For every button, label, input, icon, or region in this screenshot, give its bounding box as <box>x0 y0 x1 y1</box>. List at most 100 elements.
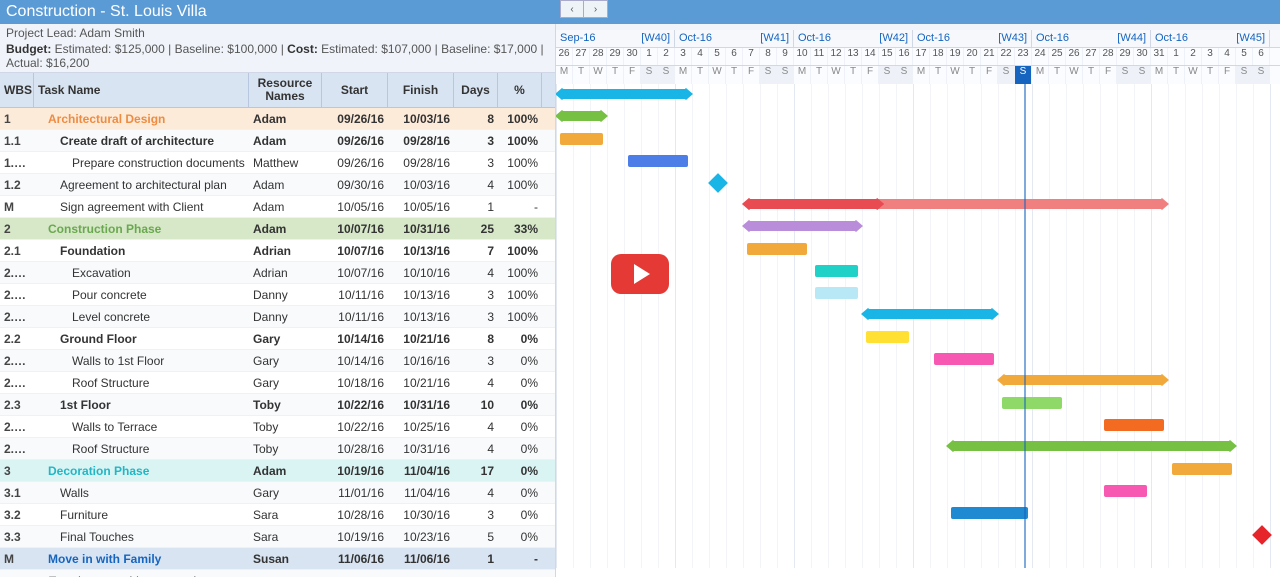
cell-resource[interactable]: Adam <box>249 200 322 214</box>
cell-resource[interactable]: Gary <box>249 332 322 346</box>
cell-start[interactable]: 09/26/16 <box>322 134 388 148</box>
gantt-task-bar[interactable] <box>747 243 807 255</box>
cell-days[interactable]: 4 <box>454 266 498 280</box>
timeline-week-header[interactable]: Sep-16[W40] <box>556 30 675 47</box>
cell-resource[interactable]: Sara <box>249 508 322 522</box>
col-days[interactable]: Days <box>454 73 498 107</box>
cell-resource[interactable]: Sara <box>249 530 322 544</box>
cell-resource[interactable]: Adam <box>249 178 322 192</box>
cell-task-name[interactable]: Agreement to architectural plan <box>34 178 249 192</box>
cell-pct[interactable]: 0% <box>498 332 542 346</box>
gantt-task-bar[interactable] <box>951 507 1028 519</box>
cell-resource[interactable]: Adrian <box>249 266 322 280</box>
timeline-week-header[interactable]: Oct-16[W43] <box>913 30 1032 47</box>
cell-start[interactable]: 10/07/16 <box>322 244 388 258</box>
cell-task-name[interactable]: Walls to 1st Floor <box>34 354 249 368</box>
cell-task-name[interactable]: Walls to Terrace <box>34 420 249 434</box>
cell-finish[interactable]: 10/13/16 <box>388 288 454 302</box>
nav-next-button[interactable]: › <box>584 0 608 18</box>
task-row[interactable]: 2.2Ground FloorGary10/14/1610/21/1680% <box>0 328 555 350</box>
col-wbs[interactable]: WBS <box>0 73 34 107</box>
task-row[interactable]: 2.2.2Roof StructureGary10/18/1610/21/164… <box>0 372 555 394</box>
cell-finish[interactable]: 10/23/16 <box>388 530 454 544</box>
cell-pct[interactable]: 100% <box>498 156 542 170</box>
cell-pct[interactable]: 100% <box>498 134 542 148</box>
task-row[interactable]: 3Decoration PhaseAdam10/19/1611/04/16170… <box>0 460 555 482</box>
new-task-row[interactable]: Type here to add a new task <box>0 570 555 577</box>
cell-start[interactable]: 09/26/16 <box>322 112 388 126</box>
cell-pct[interactable]: 0% <box>498 354 542 368</box>
cell-pct[interactable]: 100% <box>498 310 542 324</box>
cell-task-name[interactable]: 1st Floor <box>34 398 249 412</box>
cell-start[interactable]: 10/28/16 <box>322 442 388 456</box>
nav-prev-button[interactable]: ‹ <box>560 0 584 18</box>
gantt-summary-bar[interactable] <box>560 89 688 99</box>
cell-finish[interactable]: 10/31/16 <box>388 398 454 412</box>
cell-resource[interactable]: Adam <box>249 464 322 478</box>
task-row[interactable]: 2.3.2Roof StructureToby10/28/1610/31/164… <box>0 438 555 460</box>
gantt-milestone[interactable] <box>1252 525 1272 545</box>
cell-start[interactable]: 10/22/16 <box>322 420 388 434</box>
gantt-task-bar[interactable] <box>866 331 909 343</box>
cell-start[interactable]: 09/30/16 <box>322 178 388 192</box>
task-row[interactable]: 1Architectural DesignAdam09/26/1610/03/1… <box>0 108 555 130</box>
col-pct[interactable]: % <box>498 73 542 107</box>
cell-days[interactable]: 5 <box>454 530 498 544</box>
task-row[interactable]: 2.1.3Level concreteDanny10/11/1610/13/16… <box>0 306 555 328</box>
col-resource[interactable]: Resource Names <box>249 73 322 107</box>
col-task[interactable]: Task Name <box>34 73 249 107</box>
cell-finish[interactable]: 11/04/16 <box>388 486 454 500</box>
timeline-week-header[interactable]: Oct-16[W41] <box>675 30 794 47</box>
cell-resource[interactable]: Danny <box>249 310 322 324</box>
gantt-milestone[interactable] <box>708 173 728 193</box>
cell-pct[interactable]: 0% <box>498 530 542 544</box>
gantt-task-bar[interactable] <box>1002 397 1062 409</box>
cell-days[interactable]: 3 <box>454 156 498 170</box>
gantt-task-bar[interactable] <box>628 155 688 167</box>
cell-finish[interactable]: 10/16/16 <box>388 354 454 368</box>
cell-finish[interactable]: 10/31/16 <box>388 442 454 456</box>
cell-start[interactable]: 10/19/16 <box>322 464 388 478</box>
cell-days[interactable]: 25 <box>454 222 498 236</box>
cell-finish[interactable]: 10/31/16 <box>388 222 454 236</box>
cell-task-name[interactable]: Roof Structure <box>34 442 249 456</box>
cell-task-name[interactable]: Foundation <box>34 244 249 258</box>
cell-pct[interactable]: 0% <box>498 442 542 456</box>
task-row[interactable]: 1.1Create draft of architectureAdam09/26… <box>0 130 555 152</box>
cell-task-name[interactable]: Pour concrete <box>34 288 249 302</box>
cell-start[interactable]: 11/06/16 <box>322 552 388 566</box>
cell-finish[interactable]: 09/28/16 <box>388 134 454 148</box>
task-row[interactable]: 2.31st FloorToby10/22/1610/31/16100% <box>0 394 555 416</box>
cell-finish[interactable]: 10/05/16 <box>388 200 454 214</box>
cell-finish[interactable]: 10/21/16 <box>388 376 454 390</box>
task-row[interactable]: 2.1.1ExcavationAdrian10/07/1610/10/16410… <box>0 262 555 284</box>
timeline-week-header[interactable]: Oct-16[W44] <box>1032 30 1151 47</box>
gantt-task-bar[interactable] <box>1172 463 1232 475</box>
cell-task-name[interactable]: Move in with Family <box>34 552 249 566</box>
cell-finish[interactable]: 10/03/16 <box>388 178 454 192</box>
cell-pct[interactable]: 0% <box>498 486 542 500</box>
task-row[interactable]: 3.3Final TouchesSara10/19/1610/23/1650% <box>0 526 555 548</box>
gantt-task-bar[interactable] <box>560 133 603 145</box>
cell-days[interactable]: 8 <box>454 332 498 346</box>
gantt-summary-bar[interactable] <box>747 221 858 231</box>
cell-pct[interactable]: 100% <box>498 178 542 192</box>
cell-finish[interactable]: 09/28/16 <box>388 156 454 170</box>
task-row[interactable]: 2.2.1Walls to 1st FloorGary10/14/1610/16… <box>0 350 555 372</box>
play-video-button[interactable] <box>611 254 669 294</box>
cell-resource[interactable]: Toby <box>249 398 322 412</box>
gantt-task-bar[interactable] <box>815 287 858 299</box>
cell-days[interactable]: 4 <box>454 420 498 434</box>
col-finish[interactable]: Finish <box>388 73 454 107</box>
cell-days[interactable]: 3 <box>454 134 498 148</box>
cell-task-name[interactable]: Roof Structure <box>34 376 249 390</box>
cell-finish[interactable]: 10/03/16 <box>388 112 454 126</box>
cell-days[interactable]: 4 <box>454 178 498 192</box>
cell-start[interactable]: 10/11/16 <box>322 288 388 302</box>
cell-resource[interactable]: Adam <box>249 112 322 126</box>
gantt-summary-bar[interactable] <box>1002 375 1164 385</box>
cell-pct[interactable]: 100% <box>498 288 542 302</box>
cell-days[interactable]: 3 <box>454 310 498 324</box>
cell-start[interactable]: 10/14/16 <box>322 332 388 346</box>
cell-days[interactable]: 4 <box>454 486 498 500</box>
